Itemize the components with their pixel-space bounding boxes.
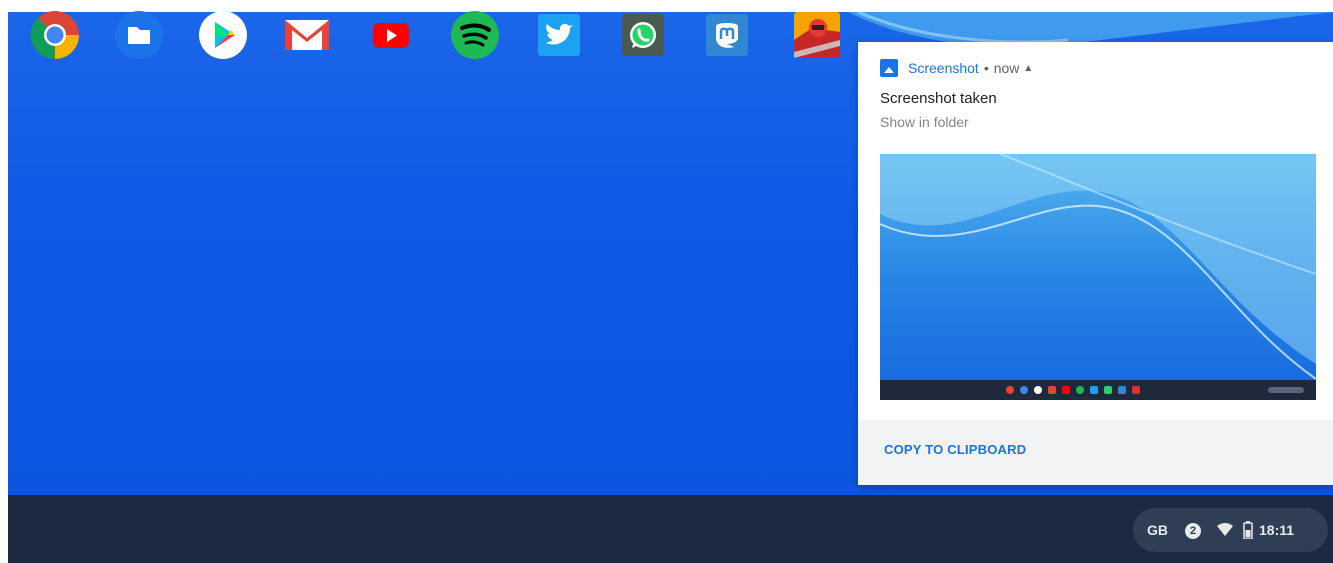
play-store-icon[interactable] (198, 10, 248, 60)
screenshot-preview[interactable] (880, 154, 1316, 400)
notification-time: now (993, 60, 1020, 76)
collapse-caret-icon[interactable]: ▲ (1023, 63, 1033, 74)
mini-app-icon (1006, 386, 1014, 394)
notification-app-name: Screenshot (908, 60, 979, 76)
mini-app-icon (1104, 386, 1112, 394)
mini-app-icon (1118, 386, 1126, 394)
mini-app-icon (1034, 386, 1042, 394)
image-icon (880, 59, 898, 77)
header-separator: • (983, 60, 989, 76)
mastodon-icon[interactable] (702, 10, 752, 60)
notification-title: Screenshot taken (880, 90, 997, 107)
whatsapp-icon[interactable] (618, 10, 668, 60)
keyboard-layout: GB (1147, 522, 1168, 538)
screenshot-notification: Screenshot • now ▲ Screenshot taken Show… (858, 42, 1333, 485)
copy-to-clipboard-button[interactable]: COPY TO CLIPBOARD (884, 442, 1026, 457)
mini-app-icon (1048, 386, 1056, 394)
chrome-icon[interactable] (30, 10, 80, 60)
battery-icon (1243, 521, 1253, 539)
preview-wave (880, 154, 1316, 380)
show-in-folder-link[interactable]: Show in folder (880, 114, 969, 130)
preview-shelf (880, 380, 1316, 400)
twitter-icon[interactable] (534, 10, 584, 60)
gmail-icon[interactable] (282, 10, 332, 60)
status-tray[interactable]: GB 18:11 (1133, 508, 1328, 552)
files-icon[interactable] (114, 10, 164, 60)
mini-app-icon (1062, 386, 1070, 394)
mini-status-tray (1268, 387, 1304, 393)
notification-actions: COPY TO CLIPBOARD (858, 420, 1333, 485)
youtube-icon[interactable] (366, 10, 416, 60)
mini-app-icon (1132, 386, 1140, 394)
spotify-icon[interactable] (450, 10, 500, 60)
wifi-icon (1217, 523, 1233, 536)
power-rangers-icon[interactable] (792, 10, 842, 60)
mini-app-icon (1090, 386, 1098, 394)
notification-header: Screenshot • now ▲ (880, 58, 1033, 78)
clock-time: 18:11 (1259, 522, 1295, 538)
notification-count-badge: 2 (1185, 523, 1201, 539)
mini-app-icon (1020, 386, 1028, 394)
mini-app-icon (1076, 386, 1084, 394)
